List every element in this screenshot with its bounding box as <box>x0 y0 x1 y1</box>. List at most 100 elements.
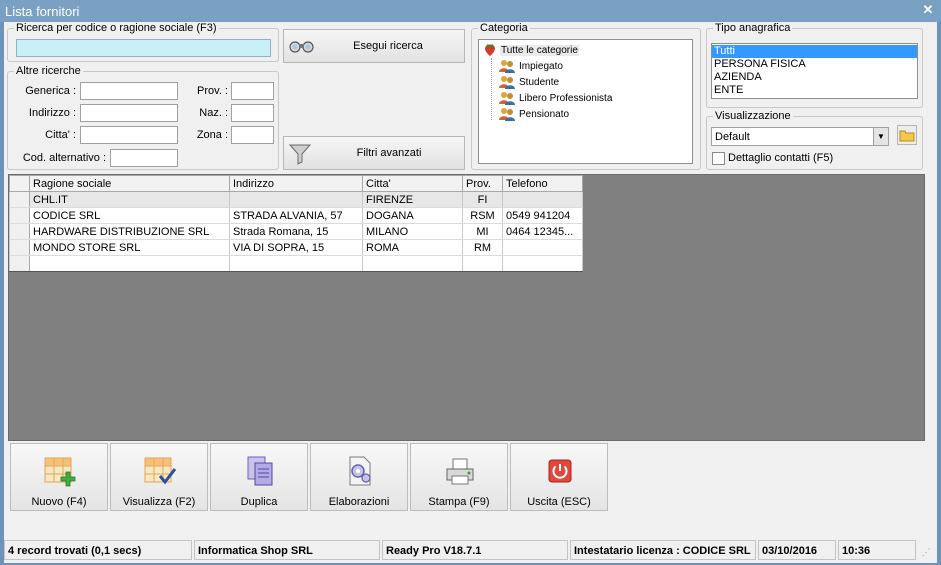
column-header[interactable]: Telefono <box>502 175 583 192</box>
cell-indirizzo <box>229 255 363 272</box>
status-bar: 4 record trovati (0,1 secs) Informatica … <box>4 539 937 561</box>
new-button-label: Nuovo (F4) <box>31 496 87 508</box>
processing-button-label: Elaborazioni <box>328 496 390 508</box>
search-input[interactable] <box>16 39 271 57</box>
processing-button[interactable]: Elaborazioni <box>310 443 408 511</box>
close-icon[interactable]: ✕ <box>921 3 935 17</box>
row-selector-header <box>9 175 30 192</box>
cod-alternativo-label: Cod. alternativo : <box>22 152 106 164</box>
advanced-filters-label: Filtri avanzati <box>356 147 422 159</box>
run-search-label: Esegui ricerca <box>353 40 423 52</box>
title-bar: Lista fornitori ✕ <box>0 0 941 22</box>
cell-telefono: 0549 941204 <box>502 207 583 224</box>
chevron-down-icon[interactable]: ▼ <box>873 128 888 145</box>
printer-icon <box>444 455 476 487</box>
category-group: Categoria Tutte le categorie Impiegato S… <box>471 22 701 170</box>
column-header[interactable]: Prov. <box>462 175 503 192</box>
table-row[interactable] <box>9 255 583 272</box>
cell-indirizzo: STRADA ALVANIA, 57 <box>229 207 363 224</box>
column-header[interactable]: Citta' <box>362 175 463 192</box>
tipo-option-selected[interactable]: Tutti <box>712 45 917 58</box>
status-company: Informatica Shop SRL <box>194 540 380 560</box>
advanced-filters-button[interactable]: Filtri avanzati <box>283 136 465 170</box>
duplicate-button[interactable]: Duplica <box>210 443 308 511</box>
tree-item-pensionato[interactable]: Pensionato <box>499 106 569 122</box>
column-header[interactable]: Ragione sociale <box>29 175 230 192</box>
citta-field[interactable] <box>80 126 178 144</box>
view-select[interactable]: Default ▼ <box>711 127 889 146</box>
client-area: Ricerca per codice o ragione sociale (F3… <box>4 22 937 563</box>
tree-root-label: Tutte le categorie <box>500 44 579 56</box>
search-group: Ricerca per codice o ragione sociale (F3… <box>7 22 279 62</box>
visual-group-label: Visualizzazione <box>713 110 793 122</box>
detail-checkbox-label: Dettaglio contatti (F5) <box>728 152 834 164</box>
cell-ragione-sociale: HARDWARE DISTRIBUZIONE SRL <box>29 223 230 240</box>
tree-item-studente[interactable]: Studente <box>499 74 559 90</box>
run-search-button[interactable]: Esegui ricerca <box>283 29 465 63</box>
row-selector[interactable] <box>9 239 30 256</box>
exit-button[interactable]: Uscita (ESC) <box>510 443 608 511</box>
column-header[interactable]: Indirizzo <box>229 175 363 192</box>
tree-item-label: Studente <box>519 76 560 88</box>
row-selector[interactable] <box>9 191 30 208</box>
view-record-icon <box>144 455 177 487</box>
table-header-row: Ragione sociale Indirizzo Citta' Prov. T… <box>9 175 583 192</box>
users-icon <box>499 91 515 105</box>
tipo-option[interactable]: AZIENDA <box>712 71 917 84</box>
cell-indirizzo: VIA DI SOPRA, 15 <box>229 239 363 256</box>
row-selector[interactable] <box>9 255 30 272</box>
generica-field[interactable] <box>80 82 178 100</box>
other-search-group: Altre ricerche Generica : Indirizzo : Ci… <box>7 65 279 170</box>
window-title: Lista fornitori <box>5 4 80 19</box>
binoculars-icon <box>289 39 315 53</box>
tree-item-impiegato[interactable]: Impiegato <box>499 58 563 74</box>
table-row[interactable]: CHL.IT FIRENZE FI <box>9 191 583 208</box>
cod-alternativo-field[interactable] <box>110 149 178 167</box>
prov-label: Prov. : <box>197 85 228 97</box>
naz-field[interactable] <box>231 104 274 122</box>
tipo-listbox[interactable]: Tutti PERSONA FISICA AZIENDA ENTE <box>711 43 918 99</box>
row-selector[interactable] <box>9 207 30 224</box>
tree-item-label: Libero Professionista <box>519 92 613 104</box>
tipo-group: Tipo anagrafica Tutti PERSONA FISICA AZI… <box>706 22 923 108</box>
tree-root[interactable]: Tutte le categorie <box>483 42 579 58</box>
tipo-option[interactable]: PERSONA FISICA <box>712 58 917 71</box>
row-selector[interactable] <box>9 223 30 240</box>
prov-field[interactable] <box>231 82 274 100</box>
folder-icon[interactable] <box>897 125 917 145</box>
main-window: Lista fornitori ✕ Ricerca per codice o r… <box>0 0 941 565</box>
table-row[interactable]: CODICE SRL STRADA ALVANIA, 57 DOGANA RSM… <box>9 207 583 224</box>
status-version: Ready Pro V18.7.1 <box>382 540 568 560</box>
view-button[interactable]: Visualizza (F2) <box>110 443 208 511</box>
new-button[interactable]: Nuovo (F4) <box>10 443 108 511</box>
cell-ragione-sociale: CODICE SRL <box>29 207 230 224</box>
status-date: 03/10/2016 <box>758 540 836 560</box>
detail-checkbox[interactable] <box>712 152 725 165</box>
print-button[interactable]: Stampa (F9) <box>410 443 508 511</box>
users-icon <box>499 75 515 89</box>
table-row[interactable]: HARDWARE DISTRIBUZIONE SRL Strada Romana… <box>9 223 583 240</box>
cell-telefono: 0464 12345... <box>502 223 583 240</box>
tree-item-libero-professionista[interactable]: Libero Professionista <box>499 90 612 106</box>
generica-label: Generica : <box>25 85 76 97</box>
cell-citta: DOGANA <box>362 207 463 224</box>
tipo-option[interactable]: ENTE <box>712 84 917 97</box>
view-select-value: Default <box>715 131 750 143</box>
category-tree[interactable]: Tutte le categorie Impiegato Studente Li… <box>478 39 693 164</box>
naz-label: Naz. : <box>199 107 228 119</box>
resize-grip-icon[interactable]: ⋰ <box>919 545 933 559</box>
zona-field[interactable] <box>231 126 274 144</box>
exit-button-label: Uscita (ESC) <box>527 496 591 508</box>
results-grid[interactable]: Ragione sociale Indirizzo Citta' Prov. T… <box>8 174 925 441</box>
zona-label: Zona : <box>196 129 228 141</box>
cell-indirizzo <box>229 191 363 208</box>
print-button-label: Stampa (F9) <box>428 496 490 508</box>
tree-line <box>491 58 492 120</box>
indirizzo-field[interactable] <box>80 104 178 122</box>
category-group-label: Categoria <box>478 22 530 34</box>
cell-citta: ROMA <box>362 239 463 256</box>
cell-indirizzo: Strada Romana, 15 <box>229 223 363 240</box>
search-group-label: Ricerca per codice o ragione sociale (F3… <box>14 22 219 34</box>
table-row[interactable]: MONDO STORE SRL VIA DI SOPRA, 15 ROMA RM <box>9 239 583 256</box>
visual-group: Visualizzazione Default ▼ Dettaglio cont… <box>706 110 923 170</box>
